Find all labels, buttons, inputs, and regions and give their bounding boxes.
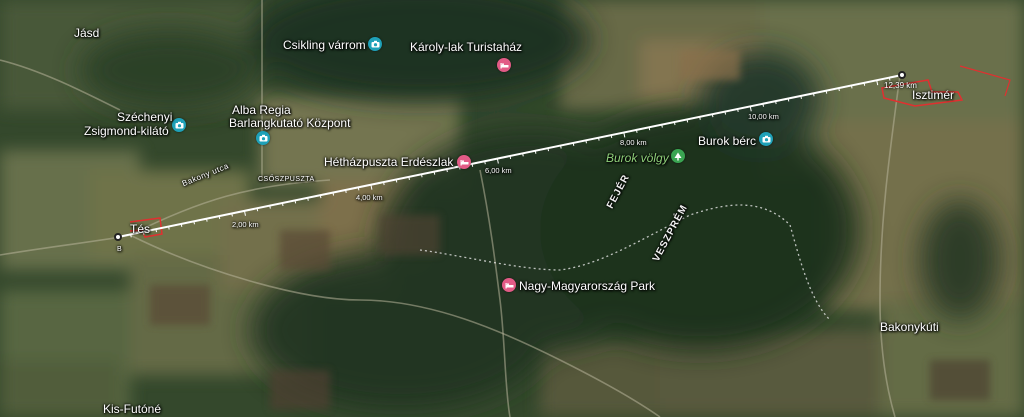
camera-icon[interactable]: [759, 132, 773, 146]
poi-label-alba-1[interactable]: Alba Regia: [232, 103, 291, 117]
poi-label-csikling[interactable]: Csikling várrom: [283, 38, 366, 52]
poi-label-hethaz[interactable]: Hétházpuszta Erdészlak: [324, 155, 453, 169]
place-label-csoszpuszta: CSŐSZPUSZTA: [258, 176, 315, 183]
bed-icon[interactable]: [502, 278, 516, 292]
place-sublabel-tes: B: [117, 246, 123, 253]
poi-label-nagy-magyar[interactable]: Nagy-Magyarország Park: [519, 279, 655, 293]
poi-label-szechenyi-1[interactable]: Széchenyi: [117, 110, 172, 124]
distance-tick-label: 2,00 km: [232, 220, 259, 229]
satellite-imagery[interactable]: [0, 0, 1024, 417]
poi-label-alba-2[interactable]: Barlangkutató Központ: [229, 116, 350, 130]
distance-tick-label: 10,00 km: [748, 112, 779, 121]
bed-icon[interactable]: [497, 58, 511, 72]
distance-tick-label: 6,00 km: [485, 166, 512, 175]
poi-label-burok-berc[interactable]: Burok bérc: [698, 134, 756, 148]
camera-icon[interactable]: [368, 37, 382, 51]
camera-icon[interactable]: [172, 118, 186, 132]
place-label-kis-futone[interactable]: Kis-Futóné: [103, 402, 161, 416]
distance-tick-label: 4,00 km: [356, 193, 383, 202]
place-label-isztimer[interactable]: Isztimér: [912, 88, 954, 102]
camera-icon[interactable]: [256, 131, 270, 145]
place-label-bakonykuti[interactable]: Bakonykúti: [880, 320, 939, 334]
measure-end-point[interactable]: [898, 71, 906, 79]
tree-icon[interactable]: [671, 149, 685, 163]
place-label-jasd[interactable]: Jásd: [74, 26, 99, 40]
poi-label-karoly-lak[interactable]: Károly-lak Turistaház: [410, 40, 522, 54]
measure-start-point[interactable]: [114, 233, 122, 241]
distance-tick-label: 8,00 km: [620, 138, 647, 147]
satellite-map[interactable]: 12,39 km 2,00 km 4,00 km 6,00 km 8,00 km…: [0, 0, 1024, 417]
poi-label-burok-volgy[interactable]: Burok völgy: [606, 151, 669, 165]
bed-icon[interactable]: [457, 155, 471, 169]
place-label-tes[interactable]: Tés: [130, 222, 150, 236]
poi-label-szechenyi-2[interactable]: Zsigmond-kilátó: [84, 124, 169, 138]
